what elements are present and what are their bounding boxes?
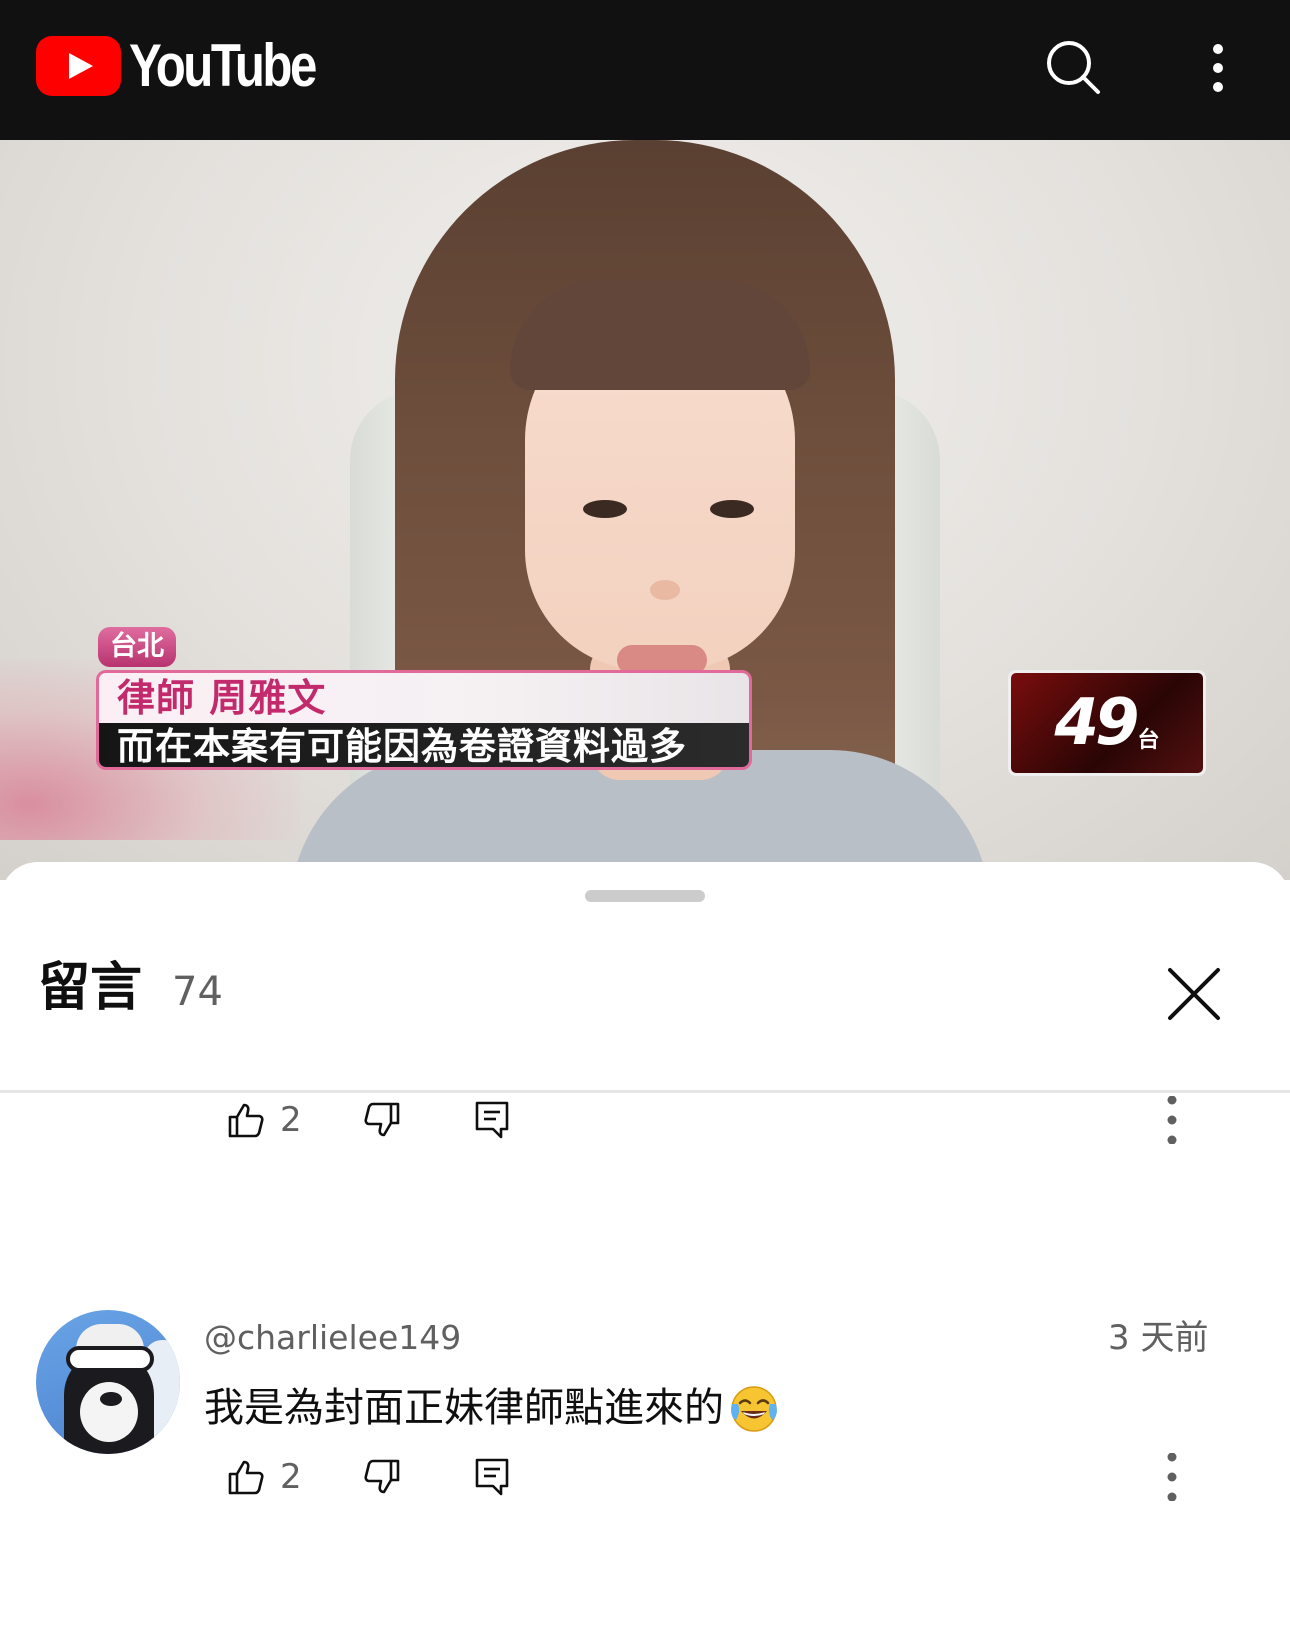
like-button[interactable]: 2 — [226, 1090, 302, 1150]
comments-title: 留言 — [38, 958, 143, 1018]
video-person-bangs — [510, 280, 810, 390]
like-button[interactable]: 2 — [226, 1447, 302, 1507]
comment-text: 我是為封面正妹律師點進來的 — [204, 1385, 724, 1431]
thumbs-down-icon — [364, 1102, 400, 1137]
sheet-drag-handle[interactable] — [585, 890, 705, 902]
thumbs-up-icon — [228, 1460, 264, 1495]
comment-text-row: 我是為封面正妹律師點進來的 — [204, 1382, 780, 1434]
video-person-eye — [583, 500, 627, 518]
comments-count: 74 — [172, 969, 223, 1015]
youtube-logo[interactable]: YouTube — [36, 36, 356, 96]
comments-header: 留言 74 — [38, 958, 223, 1018]
channel-logo: 49 台 — [1008, 670, 1206, 776]
reply-icon — [475, 1101, 509, 1139]
comment-item: @charlielee149 3 天前 我是為封面正妹律師點進來的 — [0, 1286, 1290, 1454]
more-vert-icon — [1213, 44, 1223, 92]
thumbs-up-icon — [228, 1103, 264, 1138]
comment-more-button[interactable] — [1152, 1090, 1192, 1150]
channel-suffix: 台 — [1137, 728, 1160, 753]
more-vert-icon — [1167, 1453, 1177, 1501]
search-icon — [1047, 41, 1100, 94]
speaker-name: 律師 周雅文 — [99, 673, 749, 723]
close-icon — [1168, 968, 1220, 1020]
avatar-penguin-beak — [100, 1392, 122, 1406]
avatar[interactable] — [36, 1310, 180, 1454]
reply-button[interactable] — [474, 1090, 510, 1150]
thumbs-down-icon — [364, 1459, 400, 1494]
location-tag: 台北 — [98, 627, 176, 667]
comments-sheet: 留言 74 2 @charlielee149 3 天前 我是為封面正妹律師點進來… — [0, 862, 1290, 1631]
logo-text: YouTube — [129, 32, 317, 99]
comment-time: 3 天前 — [1108, 1318, 1209, 1358]
top-app-bar: YouTube — [0, 0, 1290, 140]
comment-author[interactable]: @charlielee149 — [204, 1318, 461, 1358]
news-lower-third: 律師 周雅文 而在本案有可能因為卷證資料過多 — [96, 670, 752, 770]
dislike-button[interactable] — [362, 1090, 402, 1150]
subtitle-text: 而在本案有可能因為卷證資料過多 — [99, 723, 749, 767]
like-count: 2 — [280, 1457, 302, 1497]
video-person-eye — [710, 500, 754, 518]
close-comments-button[interactable] — [1162, 962, 1226, 1026]
more-vert-icon — [1167, 1096, 1177, 1144]
comment-actions: 2 — [0, 1447, 1290, 1507]
comment-more-button[interactable] — [1152, 1447, 1192, 1507]
previous-comment-actions: 2 — [0, 1090, 1290, 1150]
dislike-button[interactable] — [362, 1447, 402, 1507]
more-options-button[interactable] — [1186, 36, 1250, 100]
youtube-play-icon — [36, 36, 121, 96]
face-with-tears-of-joy-icon — [731, 1386, 777, 1432]
avatar-penguin-goggles — [66, 1346, 154, 1372]
avatar-penguin-belly — [80, 1382, 138, 1442]
video-person-nose — [650, 580, 680, 600]
channel-number: 49 — [1054, 686, 1139, 760]
reply-icon — [475, 1458, 509, 1496]
video-player[interactable]: 台北 律師 周雅文 而在本案有可能因為卷證資料過多 49 台 — [0, 140, 1290, 880]
reply-button[interactable] — [474, 1447, 510, 1507]
search-button[interactable] — [1042, 36, 1106, 100]
like-count: 2 — [280, 1100, 302, 1140]
